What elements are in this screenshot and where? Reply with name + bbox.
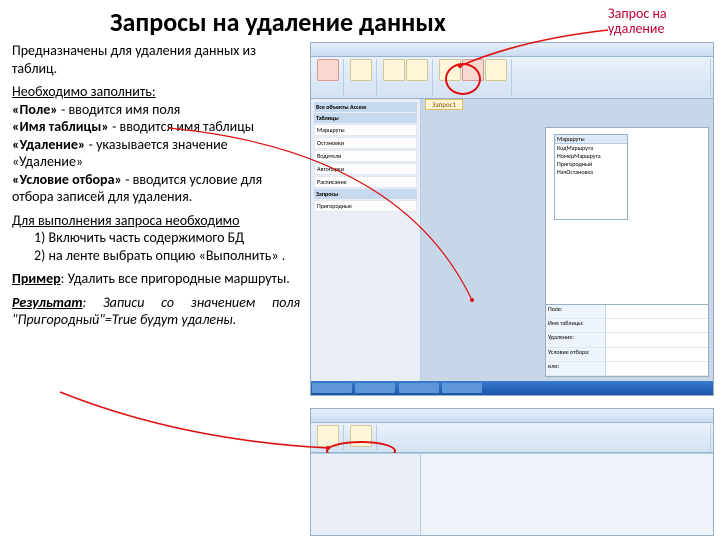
- taskbar-button[interactable]: [355, 383, 395, 393]
- nav-header-queries[interactable]: Запросы: [314, 189, 417, 199]
- qbe-grid: Поле: Имя таблицы: Удаление: Условие отб…: [546, 304, 708, 376]
- grid-row-labels: Поле: Имя таблицы: Удаление: Условие отб…: [546, 305, 606, 376]
- nav-header-all[interactable]: Все объекты Access: [314, 102, 417, 112]
- nav-item[interactable]: Маршруты: [314, 124, 417, 136]
- view-button[interactable]: [350, 59, 372, 81]
- result-label: Результат: [12, 294, 83, 311]
- update-query-icon[interactable]: [485, 59, 507, 81]
- work-area: Все объекты Access Таблицы Маршруты Оста…: [311, 99, 713, 381]
- example-paragraph: Пример: Удалить все пригородные маршруты…: [12, 270, 300, 288]
- field-pole-desc: - вводится имя поля: [58, 101, 180, 118]
- nav-item[interactable]: Автопарки: [314, 163, 417, 175]
- nav-item[interactable]: Остановки: [314, 137, 417, 149]
- titlebar: [311, 409, 713, 423]
- nav-stub: [311, 454, 421, 535]
- field-criteria-label: «Условие отбора»: [12, 171, 122, 188]
- grid-cells[interactable]: [606, 305, 708, 376]
- result-paragraph: Результат: Записи со значением поля "При…: [12, 294, 300, 329]
- grid-label-criteria: Условие отбора:: [546, 348, 605, 362]
- windows-taskbar: [311, 381, 713, 395]
- table-field[interactable]: НомерМаршрута: [555, 152, 627, 160]
- execute-heading: Для выполнения запроса необходимо: [12, 212, 240, 229]
- field-tablename-desc: - вводится имя таблицы: [109, 118, 254, 135]
- maketable-query-icon[interactable]: [406, 59, 428, 81]
- design-grid: Маршруты КодМаршрута НомерМаршрута Приго…: [545, 127, 709, 377]
- screenshot-access-designer: Все объекты Access Таблицы Маршруты Оста…: [310, 42, 714, 396]
- nav-item[interactable]: Расписание: [314, 176, 417, 188]
- field-tablename-label: «Имя таблицы»: [12, 118, 109, 135]
- table-box-header: Маршруты: [555, 135, 627, 144]
- delete-query-icon[interactable]: [462, 59, 484, 81]
- screenshot-security-bar: Параметры безопасности Microsoft Office …: [310, 408, 714, 536]
- navigation-pane: Все объекты Access Таблицы Маршруты Оста…: [311, 99, 421, 381]
- fill-heading: Необходимо заполнить:: [12, 83, 156, 100]
- grid-label-field: Поле:: [546, 305, 605, 319]
- taskbar-button[interactable]: [442, 383, 482, 393]
- query-canvas: Запрос1 Маршруты КодМаршрута НомерМаршру…: [421, 99, 713, 381]
- top-right-caption: Запрос на удаление: [608, 6, 716, 37]
- text-column: Предназначены для удаления данных из таб…: [0, 42, 306, 329]
- titlebar: [311, 43, 713, 57]
- field-pole-label: «Поле»: [12, 101, 58, 118]
- ribbon-button[interactable]: [350, 425, 372, 447]
- ribbon-button[interactable]: [317, 425, 339, 447]
- field-delete-label: «Удаление»: [12, 136, 85, 153]
- query-tab[interactable]: Запрос1: [425, 99, 463, 110]
- taskbar-button[interactable]: [399, 383, 439, 393]
- ribbon: [311, 57, 713, 99]
- run-button[interactable]: [317, 59, 339, 81]
- nav-item[interactable]: Пригородные: [314, 200, 417, 212]
- example-text: : Удалить все пригородные маршруты.: [61, 270, 290, 287]
- nav-header-tables[interactable]: Таблицы: [314, 113, 417, 123]
- append-query-icon[interactable]: [439, 59, 461, 81]
- execute-paragraph: Для выполнения запроса необходимо 1) Вкл…: [12, 212, 300, 265]
- grid-label-table: Имя таблицы:: [546, 319, 605, 333]
- grid-label-or: или:: [546, 362, 605, 376]
- fill-paragraph: Необходимо заполнить: «Поле» - вводится …: [12, 83, 300, 206]
- body-stub: [311, 453, 713, 535]
- table-field[interactable]: НачОстановка: [555, 168, 627, 176]
- step-2: 2) на ленте выбрать опцию «Выполнить» .: [12, 247, 285, 264]
- example-label: Пример: [12, 270, 61, 287]
- taskbar-button[interactable]: [312, 383, 352, 393]
- step-1: 1) Включить часть содержимого БД: [12, 229, 244, 246]
- select-query-icon[interactable]: [383, 59, 405, 81]
- table-box[interactable]: Маршруты КодМаршрута НомерМаршрута Приго…: [554, 134, 628, 220]
- table-field[interactable]: Пригородный: [555, 160, 627, 168]
- nav-item[interactable]: Водители: [314, 150, 417, 162]
- grid-label-delete: Удаление:: [546, 333, 605, 347]
- table-field[interactable]: КодМаршрута: [555, 144, 627, 152]
- ribbon: [311, 423, 713, 453]
- intro-paragraph: Предназначены для удаления данных из таб…: [12, 42, 300, 77]
